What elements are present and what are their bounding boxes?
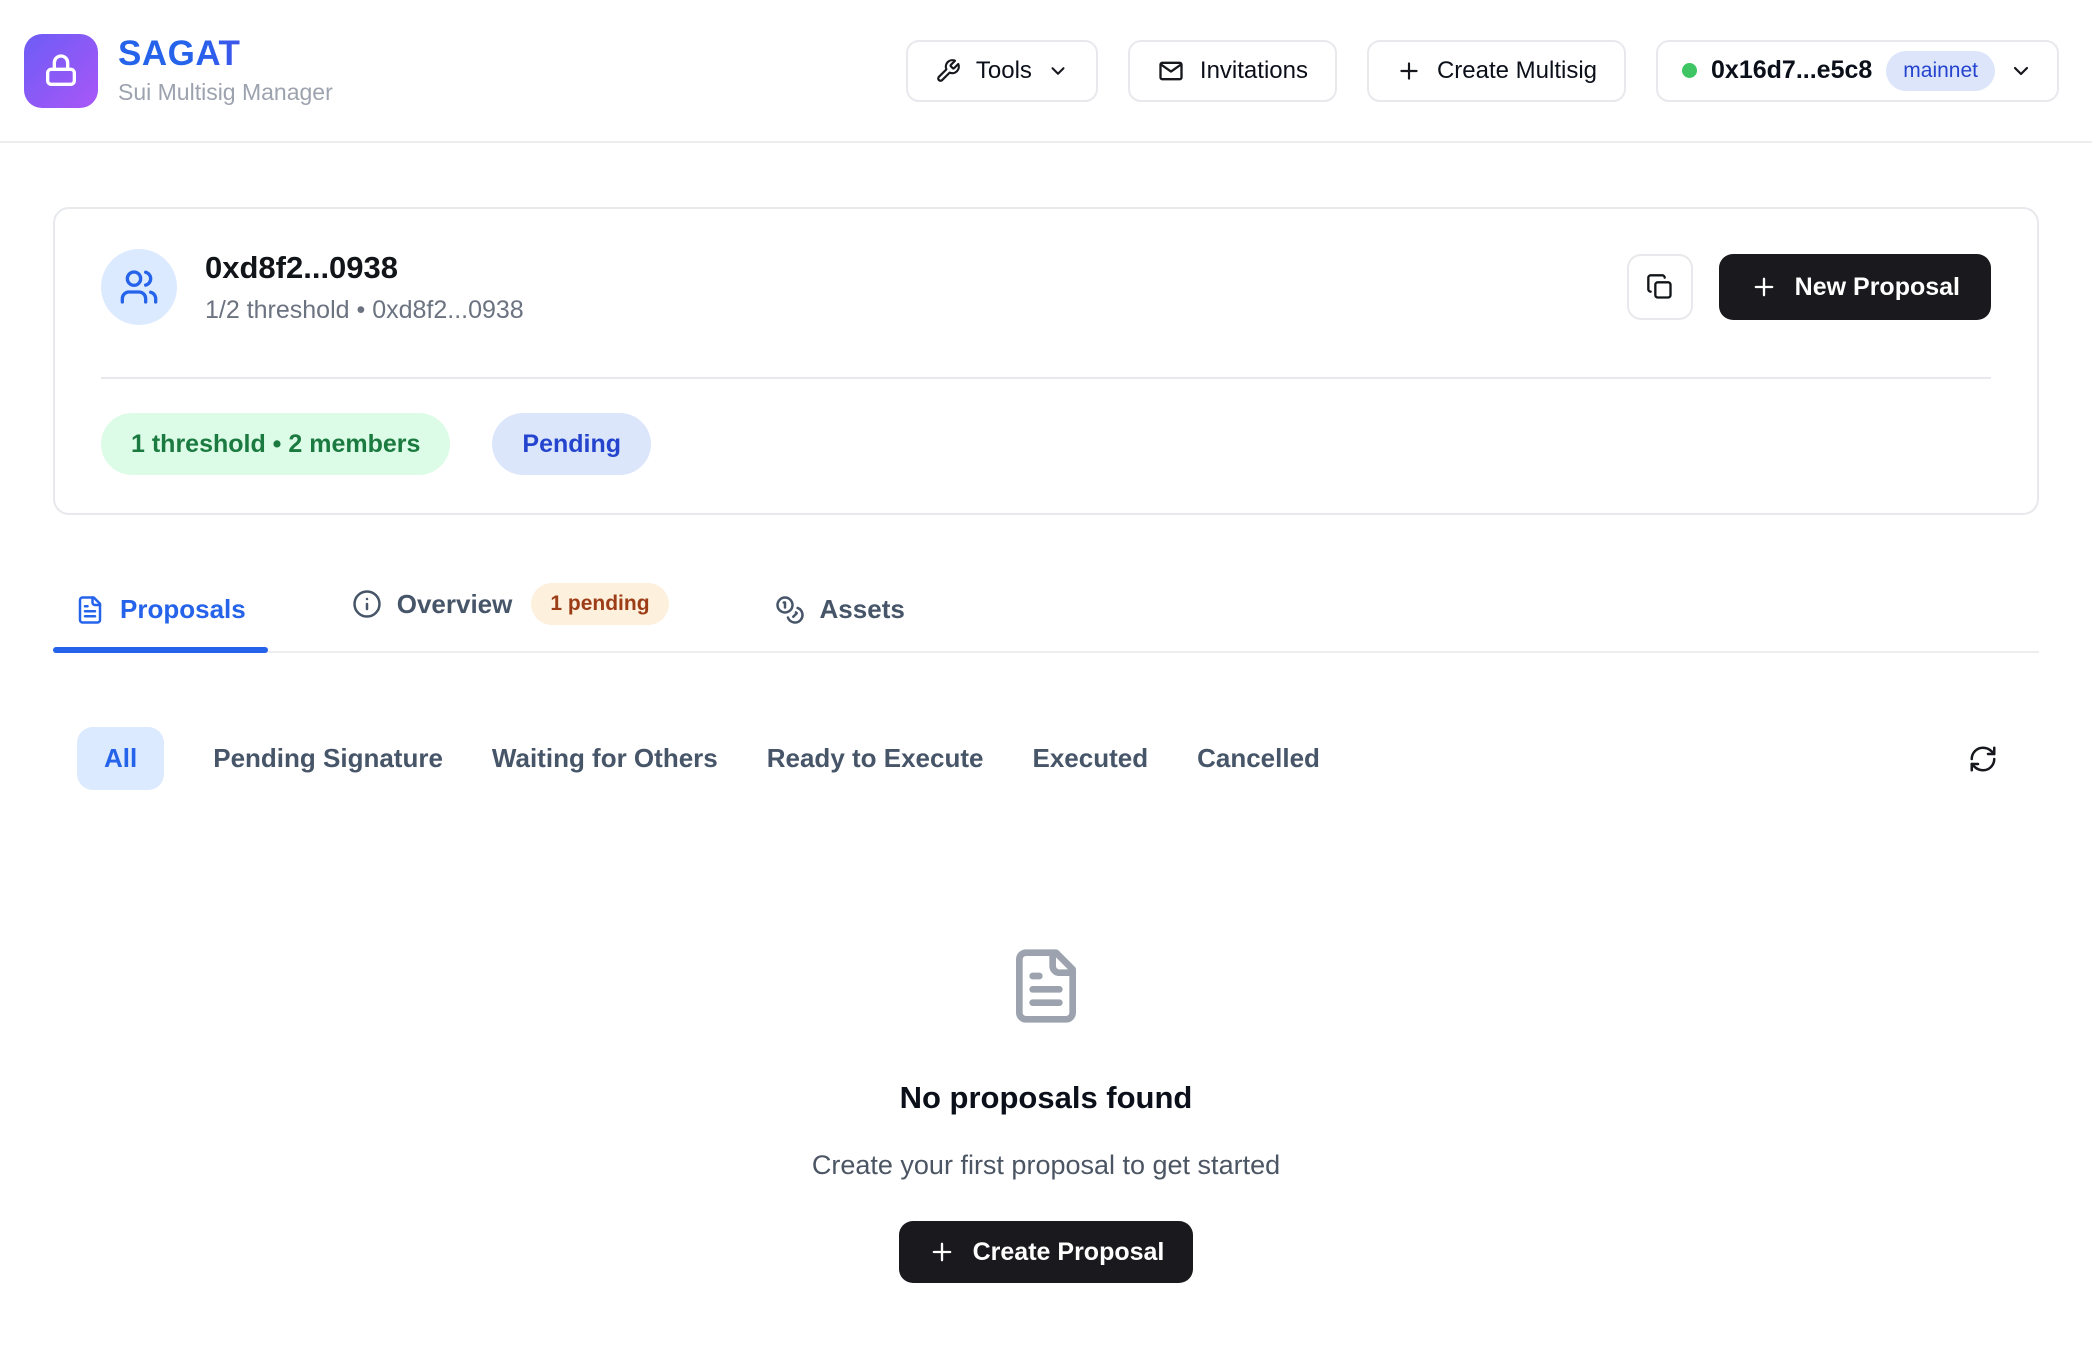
create-multisig-label: Create Multisig xyxy=(1437,57,1597,85)
copy-icon xyxy=(1646,273,1674,301)
tab-overview[interactable]: Overview 1 pending xyxy=(330,577,691,651)
plus-icon xyxy=(928,1238,956,1266)
card-divider xyxy=(101,377,1991,379)
create-proposal-button[interactable]: Create Proposal xyxy=(899,1221,1194,1283)
connection-status-dot xyxy=(1682,63,1697,78)
invitations-button[interactable]: Invitations xyxy=(1128,40,1337,102)
multisig-heading: 0xd8f2...0938 1/2 threshold • 0xd8f2...0… xyxy=(205,250,524,325)
multisig-card-header: 0xd8f2...0938 1/2 threshold • 0xd8f2...0… xyxy=(101,249,1991,325)
pending-count-badge: 1 pending xyxy=(531,583,668,625)
tab-proposals-label: Proposals xyxy=(120,594,246,625)
multisig-actions: New Proposal xyxy=(1627,254,1991,320)
document-icon xyxy=(1006,946,1086,1026)
copy-address-button[interactable] xyxy=(1627,254,1693,320)
empty-state-subtitle: Create your first proposal to get starte… xyxy=(812,1150,1280,1181)
tab-proposals[interactable]: Proposals xyxy=(53,588,268,651)
filter-all[interactable]: All xyxy=(77,727,164,790)
filter-cancelled[interactable]: Cancelled xyxy=(1197,743,1320,774)
membership-badge: 1 threshold • 2 members xyxy=(101,413,450,475)
network-badge: mainnet xyxy=(1886,51,1995,91)
new-proposal-button[interactable]: New Proposal xyxy=(1719,254,1991,320)
info-icon xyxy=(352,589,382,619)
refresh-button[interactable] xyxy=(1962,738,2004,780)
multisig-avatar xyxy=(101,249,177,325)
multisig-card: 0xd8f2...0938 1/2 threshold • 0xd8f2...0… xyxy=(53,207,2039,515)
filter-ready-to-execute[interactable]: Ready to Execute xyxy=(767,743,984,774)
multisig-meta: 1/2 threshold • 0xd8f2...0938 xyxy=(205,296,524,325)
app-header: SAGAT Sui Multisig Manager Tools xyxy=(0,0,2092,143)
lock-icon xyxy=(41,51,81,91)
plus-icon xyxy=(1750,273,1778,301)
filter-waiting-for-others[interactable]: Waiting for Others xyxy=(492,743,718,774)
tab-assets-label: Assets xyxy=(820,594,905,625)
tab-assets[interactable]: Assets xyxy=(753,588,927,651)
coins-icon xyxy=(775,595,805,625)
app-logo xyxy=(24,34,98,108)
tab-bar: Proposals Overview 1 pending Assets xyxy=(53,577,2039,653)
file-text-icon xyxy=(75,595,105,625)
empty-state: No proposals found Create your first pro… xyxy=(0,946,2092,1283)
header-actions: Tools Invitations Create M xyxy=(906,40,2059,102)
brand: SAGAT Sui Multisig Manager xyxy=(24,34,333,108)
mail-icon xyxy=(1157,57,1185,85)
plus-icon xyxy=(1396,58,1422,84)
tools-label: Tools xyxy=(976,57,1032,85)
badge-row: 1 threshold • 2 members Pending xyxy=(101,413,1991,475)
multisig-name: 0xd8f2...0938 xyxy=(205,250,524,286)
empty-state-title: No proposals found xyxy=(900,1080,1193,1116)
app-title: SAGAT xyxy=(118,35,333,74)
users-icon xyxy=(119,267,159,307)
create-proposal-label: Create Proposal xyxy=(973,1238,1165,1267)
filter-executed[interactable]: Executed xyxy=(1032,743,1148,774)
app-tagline: Sui Multisig Manager xyxy=(118,79,333,106)
refresh-icon xyxy=(1968,744,1998,774)
proposal-filter-bar: All Pending Signature Waiting for Others… xyxy=(77,727,2004,790)
filter-pending-signature[interactable]: Pending Signature xyxy=(213,743,443,774)
chevron-down-icon xyxy=(1047,60,1069,82)
brand-text: SAGAT Sui Multisig Manager xyxy=(118,35,333,106)
chevron-down-icon xyxy=(2009,59,2033,83)
create-multisig-button[interactable]: Create Multisig xyxy=(1367,40,1626,102)
wrench-icon xyxy=(935,58,961,84)
tools-button[interactable]: Tools xyxy=(906,40,1098,102)
status-badge: Pending xyxy=(492,413,651,475)
wallet-address: 0x16d7...e5c8 xyxy=(1711,56,1872,85)
tab-overview-label: Overview xyxy=(397,589,513,620)
invitations-label: Invitations xyxy=(1200,57,1308,85)
new-proposal-label: New Proposal xyxy=(1795,273,1960,302)
wallet-button[interactable]: 0x16d7...e5c8 mainnet xyxy=(1656,40,2059,102)
